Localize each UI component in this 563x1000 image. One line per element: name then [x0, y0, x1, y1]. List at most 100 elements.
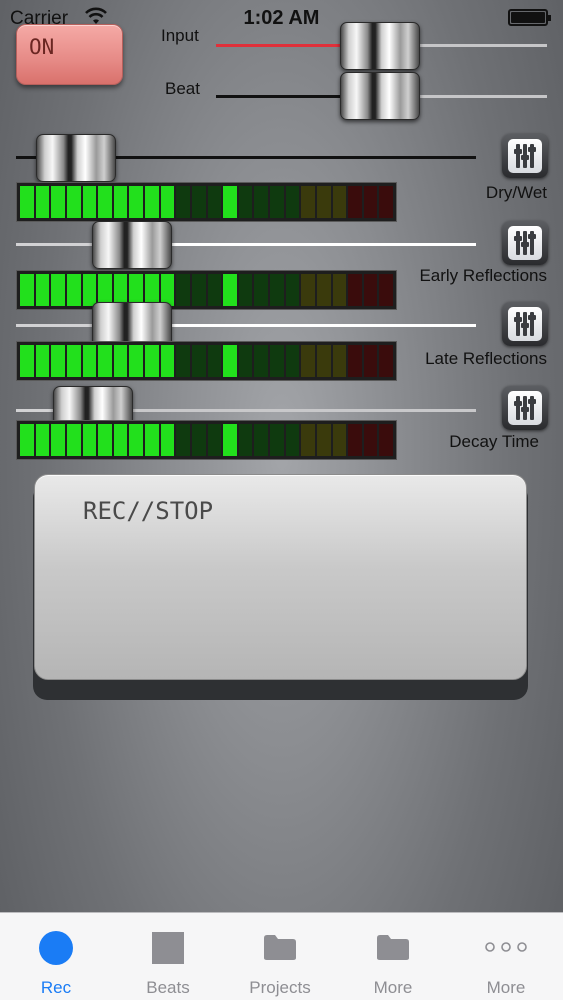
meter-segment	[113, 186, 128, 218]
meter-segment	[223, 186, 237, 218]
drywet-slider-track	[116, 156, 476, 159]
meter-segment	[348, 274, 362, 306]
meter-segment	[160, 424, 175, 456]
early-reflections-slider-thumb[interactable]	[92, 221, 172, 269]
meter-segment	[66, 424, 81, 456]
meter-segment	[129, 345, 143, 377]
meter-segment	[207, 424, 222, 456]
square-icon	[152, 932, 184, 964]
beat-label: Beat	[165, 79, 200, 98]
input-slider-fill	[216, 44, 340, 47]
meter-segment	[176, 186, 190, 218]
tab-projects[interactable]: Projects	[224, 913, 336, 1000]
meter-segment	[348, 345, 362, 377]
meter-segment	[35, 424, 50, 456]
meter-segment	[332, 424, 347, 456]
meter-segment	[223, 424, 237, 456]
early-reflections-slider-track	[172, 243, 476, 246]
meter-segment	[98, 186, 112, 218]
record-stop-label: REC//STOP	[83, 497, 214, 525]
meter-segment	[51, 186, 65, 218]
meter-segment	[238, 345, 253, 377]
meter-segment	[363, 186, 378, 218]
meter-segment	[191, 345, 206, 377]
meter-segment	[254, 424, 268, 456]
ellipsis-icon	[485, 942, 527, 952]
late-reflections-slider-track	[172, 324, 476, 327]
meter-segment	[301, 186, 315, 218]
meter-segment	[35, 274, 50, 306]
folder-icon	[377, 935, 409, 960]
meter-segment	[254, 345, 268, 377]
decay-time-label: Decay Time	[449, 432, 539, 451]
drywet-slider-thumb[interactable]	[36, 134, 116, 182]
tab-more-folder[interactable]: More	[337, 913, 449, 1000]
meter-segment	[332, 345, 347, 377]
meter-segment	[379, 345, 393, 377]
beat-slider-thumb[interactable]	[340, 72, 420, 120]
meter-segment	[66, 186, 81, 218]
meter-segment	[379, 186, 393, 218]
input-slider-thumb[interactable]	[340, 22, 420, 70]
meter-segment	[191, 274, 206, 306]
input-slider-track	[420, 44, 547, 47]
tab-beats[interactable]: Beats	[112, 913, 224, 1000]
tab-bar: Rec Beats Projects More More	[0, 912, 563, 1000]
power-toggle-label: ON	[29, 35, 55, 59]
meter-segment	[51, 345, 65, 377]
meter-segment	[363, 274, 378, 306]
mixer-icon[interactable]	[502, 386, 548, 430]
early-reflections-level-meter	[16, 270, 397, 310]
meter-segment	[176, 274, 190, 306]
meter-segment	[176, 345, 190, 377]
tab-rec[interactable]: Rec	[0, 913, 112, 1000]
meter-segment	[332, 274, 347, 306]
decay-time-slider-fill	[16, 409, 54, 412]
late-reflections-level-meter	[16, 341, 397, 381]
meter-segment	[82, 274, 97, 306]
tab-more-folder-label: More	[373, 978, 413, 997]
early-reflections-label: Early Reflections	[419, 266, 547, 285]
meter-segment	[207, 345, 222, 377]
meter-segment	[82, 186, 97, 218]
mixer-icon[interactable]	[502, 302, 548, 346]
tab-beats-label: Beats	[146, 978, 190, 997]
meter-segment	[316, 345, 331, 377]
meter-segment	[238, 186, 253, 218]
meter-segment	[301, 345, 315, 377]
drywet-slider-fill	[16, 156, 38, 159]
tab-rec-label: Rec	[40, 978, 72, 997]
power-toggle-button[interactable]: ON	[16, 24, 123, 85]
meter-segment	[207, 186, 222, 218]
meter-segment	[223, 274, 237, 306]
drywet-level-meter	[16, 182, 397, 222]
meter-segment	[51, 424, 65, 456]
mixer-icon[interactable]	[502, 134, 548, 178]
decay-time-slider-track	[132, 409, 476, 412]
tab-more[interactable]: More	[450, 913, 562, 1000]
folder-icon	[264, 935, 296, 960]
meter-segment	[20, 274, 34, 306]
meter-segment	[82, 345, 97, 377]
meter-segment	[98, 345, 112, 377]
meter-segment	[270, 274, 284, 306]
beat-slider-fill	[216, 95, 340, 98]
meter-segment	[191, 186, 206, 218]
late-reflections-slider-fill	[16, 324, 92, 327]
meter-segment	[20, 186, 34, 218]
early-reflections-slider-fill	[16, 243, 92, 246]
meter-segment	[348, 186, 362, 218]
meter-segment	[270, 345, 284, 377]
meter-segment	[285, 186, 300, 218]
record-stop-button[interactable]: REC//STOP	[34, 474, 527, 680]
beat-slider-track	[420, 95, 547, 98]
meter-segment	[98, 424, 112, 456]
mixer-icon[interactable]	[502, 221, 548, 265]
input-label: Input	[161, 26, 199, 45]
meter-segment	[316, 424, 331, 456]
record-icon	[39, 931, 73, 965]
battery-icon	[508, 9, 551, 26]
meter-segment	[82, 424, 97, 456]
meter-segment	[285, 424, 300, 456]
tab-more-label: More	[486, 978, 526, 997]
